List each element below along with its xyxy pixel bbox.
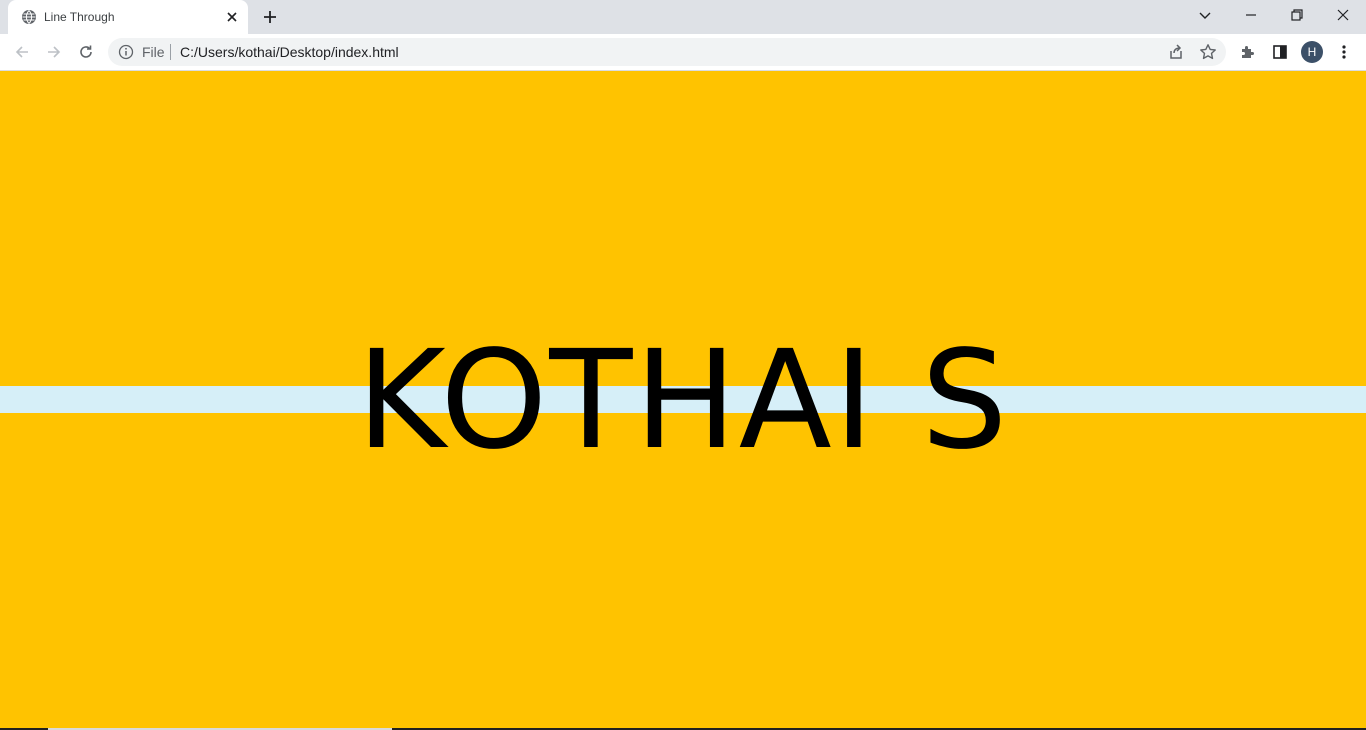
tab-active[interactable]: Line Through: [8, 0, 248, 34]
menu-button[interactable]: [1332, 40, 1356, 64]
close-window-button[interactable]: [1320, 0, 1366, 30]
new-tab-button[interactable]: [258, 5, 282, 29]
kebab-menu-icon: [1342, 45, 1346, 59]
side-panel-button[interactable]: [1268, 40, 1292, 64]
page-content: KOTHAI S: [0, 71, 1366, 728]
close-tab-icon[interactable]: [224, 9, 240, 25]
page-heading: KOTHAI S: [356, 322, 1010, 480]
info-icon[interactable]: [118, 44, 134, 60]
reload-icon: [80, 45, 92, 58]
url-text[interactable]: C:/Users/kothai/Desktop/index.html: [180, 44, 399, 60]
restore-icon: [1291, 9, 1303, 21]
minimize-icon: [1246, 14, 1256, 16]
browser-toolbar: File C:/Users/kothai/Desktop/index.html …: [0, 34, 1366, 71]
tab-title: Line Through: [44, 10, 115, 24]
tab-strip: Line Through: [0, 0, 1366, 34]
close-icon: [1337, 9, 1349, 21]
side-panel-icon: [1273, 45, 1287, 59]
arrow-right-icon: [48, 46, 61, 58]
star-icon[interactable]: [1198, 42, 1218, 62]
arrow-left-icon: [15, 46, 28, 58]
address-divider: [170, 44, 171, 60]
address-bar[interactable]: File C:/Users/kothai/Desktop/index.html: [108, 38, 1226, 66]
restore-button[interactable]: [1274, 0, 1320, 30]
globe-icon: [21, 9, 37, 25]
scheme-label: File: [142, 44, 165, 60]
chevron-down-icon: [1199, 12, 1211, 19]
back-button[interactable]: [10, 40, 34, 64]
puzzle-icon: [1242, 46, 1254, 58]
forward-button[interactable]: [42, 40, 66, 64]
minimize-button[interactable]: [1228, 0, 1274, 30]
extensions-button[interactable]: [1236, 40, 1260, 64]
reload-button[interactable]: [74, 40, 98, 64]
profile-avatar[interactable]: H: [1301, 41, 1323, 63]
share-icon[interactable]: [1166, 42, 1186, 62]
tab-search-button[interactable]: [1182, 0, 1228, 30]
